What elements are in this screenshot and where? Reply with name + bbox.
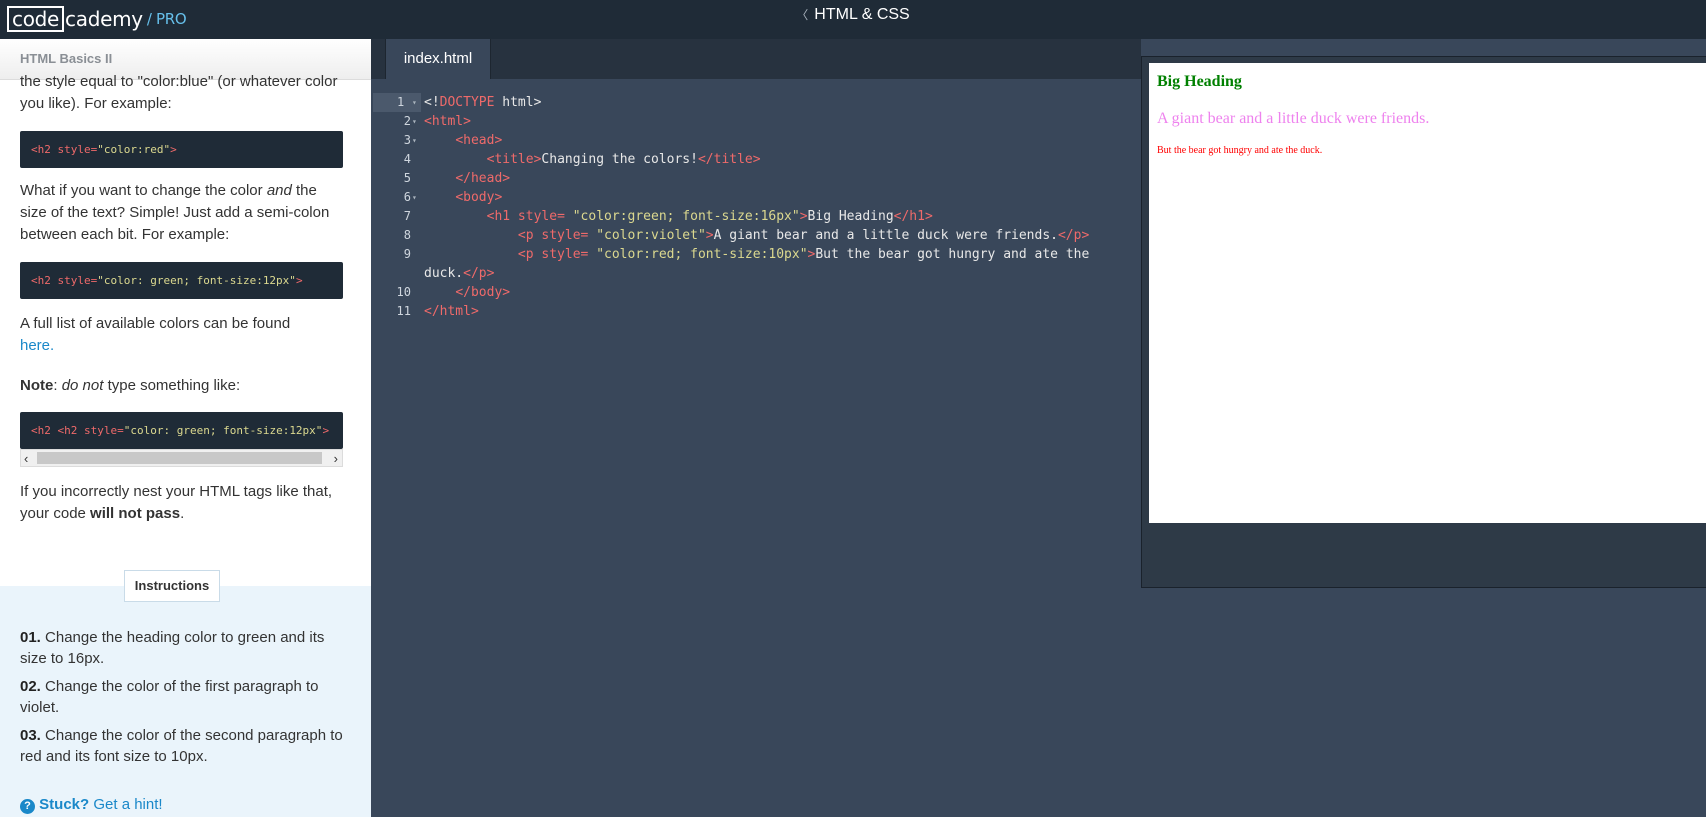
code-example-2: <h2 style="color: green; font-size:12px"… bbox=[20, 262, 343, 299]
code-attr: style= bbox=[84, 424, 124, 437]
fold-toggle-icon[interactable]: ▾ bbox=[412, 188, 422, 207]
code-line: <head> bbox=[455, 133, 503, 148]
code-line: </head> bbox=[455, 171, 511, 186]
top-bar: code cademy / PRO 〈 HTML & CSS bbox=[0, 0, 1706, 39]
nesting-warning-paragraph: If you incorrectly nest your HTML tags l… bbox=[20, 481, 343, 525]
code-line: <h1 style= "color:green; font-size:16px"… bbox=[486, 209, 933, 224]
intro-paragraph: the style equal to "color:blue" (or what… bbox=[20, 73, 338, 112]
code-tag: <h2 bbox=[57, 424, 84, 437]
preview-heading: Big Heading bbox=[1157, 73, 1242, 90]
code-value: "color: green; font-size:12px" bbox=[123, 424, 323, 437]
code-example-3: <h2 <h2 style="color: green; font-size:1… bbox=[20, 412, 343, 449]
para-text: What if you want to change the color bbox=[20, 182, 267, 199]
code-line: <p style= "color:violet">A giant bear an… bbox=[517, 228, 1090, 243]
code-line: <html> bbox=[424, 114, 471, 129]
code-horizontal-scrollbar[interactable]: ‹ › bbox=[20, 449, 343, 467]
step-number: 03. bbox=[20, 727, 41, 744]
preview-paragraph-1: A giant bear and a little duck were frie… bbox=[1157, 110, 1430, 127]
line-number: 10 bbox=[396, 285, 411, 299]
step-text: Change the heading color to green and it… bbox=[20, 629, 325, 667]
preview-paragraph-2: But the bear got hungry and ate the duck… bbox=[1157, 145, 1323, 156]
line-number: 3 bbox=[403, 133, 411, 147]
para-text: . bbox=[180, 505, 185, 522]
color-size-paragraph: What if you want to change the color and… bbox=[20, 180, 343, 246]
code-line: <!DOCTYPE html> bbox=[424, 95, 542, 110]
fold-toggle-icon[interactable]: ▾ bbox=[412, 93, 422, 112]
code-tag: <h2 bbox=[31, 143, 58, 156]
code-value: "color:red" bbox=[97, 143, 171, 156]
code-tag: <h2 bbox=[31, 424, 58, 437]
step-text: Change the color of the first paragraph … bbox=[20, 678, 319, 716]
note-colon: : bbox=[53, 377, 62, 394]
code-line: <title>Changing the colors!</title> bbox=[486, 152, 761, 167]
scroll-right-icon[interactable]: › bbox=[334, 448, 338, 470]
note-label: Note bbox=[20, 377, 54, 394]
note-emphasis: do not bbox=[61, 377, 104, 394]
line-number: 4 bbox=[403, 152, 411, 166]
section-title: HTML Basics II bbox=[20, 51, 113, 66]
code-example-1: <h2 style="color:red"> bbox=[20, 131, 343, 168]
line-number: 7 bbox=[403, 209, 411, 223]
browser-preview[interactable]: Big Heading A giant bear and a little du… bbox=[1149, 63, 1706, 523]
code-close: > bbox=[322, 424, 330, 437]
code-line: </html> bbox=[424, 304, 479, 319]
lesson-panel: HTML Basics II the style equal to "color… bbox=[0, 39, 371, 817]
colors-list-link[interactable]: here. bbox=[20, 337, 54, 354]
fold-toggle-icon[interactable]: ▾ bbox=[412, 112, 422, 131]
code-attr: style= bbox=[57, 143, 98, 156]
step-text: Change the color of the second paragraph… bbox=[20, 727, 343, 765]
instruction-step-2: 02. Change the color of the first paragr… bbox=[20, 676, 343, 718]
lesson-content: the style equal to "color:blue" (or what… bbox=[20, 73, 343, 525]
code-line: </body> bbox=[455, 285, 511, 300]
course-title: HTML & CSS bbox=[814, 6, 910, 23]
code-line: <body> bbox=[455, 190, 503, 205]
stuck-hint: ? Stuck? Get a hint! bbox=[20, 796, 163, 814]
code-attr: style= bbox=[57, 274, 98, 287]
para-emphasis: and bbox=[266, 182, 292, 199]
step-number: 02. bbox=[20, 678, 41, 695]
code-close: > bbox=[170, 143, 177, 156]
code-value: "color: green; font-size:12px" bbox=[97, 274, 296, 287]
code-line: duck.</p> bbox=[424, 266, 495, 281]
note-text: type something like: bbox=[103, 377, 241, 394]
tab-index-html[interactable]: index.html bbox=[385, 39, 491, 79]
line-number: 11 bbox=[396, 304, 411, 318]
course-title-link[interactable]: 〈 HTML & CSS bbox=[0, 6, 1706, 24]
chevron-left-icon: 〈 bbox=[796, 8, 809, 22]
get-hint-link[interactable]: Get a hint! bbox=[93, 796, 162, 813]
para-bold: will not pass bbox=[90, 505, 181, 522]
stuck-label: Stuck? bbox=[39, 796, 90, 813]
step-number: 01. bbox=[20, 629, 41, 646]
editor-tab-bar: index.html bbox=[371, 39, 1141, 79]
code-editor[interactable]: index.html 1 2 3 4 5 6 7 8 9 10 11 ▾ ▾ ▾… bbox=[371, 39, 1141, 817]
code-close: > bbox=[295, 274, 303, 287]
question-circle-icon: ? bbox=[20, 799, 35, 814]
instruction-step-3: 03. Change the color of the second parag… bbox=[20, 725, 343, 767]
line-number: 2 bbox=[403, 114, 411, 128]
code-tag: <h2 bbox=[31, 274, 58, 287]
scroll-left-icon[interactable]: ‹ bbox=[24, 448, 28, 470]
code-line: <p style= "color:red; font-size:10px">Bu… bbox=[517, 247, 1090, 262]
scrollbar-thumb[interactable] bbox=[37, 452, 322, 464]
note-paragraph: Note: do not type something like: bbox=[20, 375, 343, 397]
colors-list-paragraph: A full list of available colors can be f… bbox=[20, 313, 343, 357]
line-number: 8 bbox=[403, 228, 411, 242]
line-number: 9 bbox=[403, 247, 411, 261]
line-number: 6 bbox=[403, 190, 411, 204]
instruction-step-1: 01. Change the heading color to green an… bbox=[20, 627, 343, 669]
fold-toggle-icon[interactable]: ▾ bbox=[412, 131, 422, 150]
line-number: 5 bbox=[403, 171, 411, 185]
para-text: A full list of available colors can be f… bbox=[20, 315, 291, 332]
instructions-label: Instructions bbox=[124, 570, 220, 602]
